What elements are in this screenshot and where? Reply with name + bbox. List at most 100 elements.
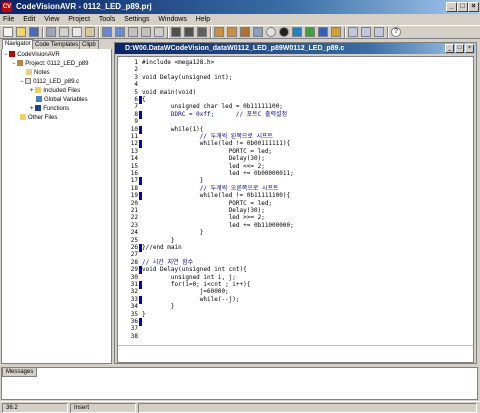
- toolbar: ?: [0, 25, 480, 39]
- menu-windows[interactable]: Windows: [158, 16, 186, 23]
- menu-settings[interactable]: Settings: [124, 16, 149, 23]
- tree-item-included-files[interactable]: + Included Files: [30, 87, 80, 95]
- indent-icon[interactable]: [128, 27, 138, 37]
- tab-clipboard[interactable]: Clipb: [79, 40, 99, 49]
- variables-icon: [36, 96, 42, 103]
- bookmark-icon[interactable]: [154, 27, 164, 37]
- menu-tools[interactable]: Tools: [99, 16, 115, 23]
- new-file-icon[interactable]: [3, 27, 13, 37]
- info-icon[interactable]: [279, 27, 289, 37]
- menu-edit[interactable]: Edit: [23, 16, 35, 23]
- code-line[interactable]: void main(void): [142, 89, 196, 97]
- project-icon: [17, 60, 24, 67]
- cascade-windows-icon[interactable]: [348, 27, 358, 37]
- c-file-icon: [25, 78, 32, 85]
- toolbar-separator: [98, 27, 100, 38]
- functions-icon: [35, 105, 42, 112]
- editor-window: D:W00.DataWCodeVision_dataW0112_LED_p89W…: [114, 42, 477, 364]
- app-logo-icon: CV: [2, 2, 12, 12]
- collapse-icon[interactable]: −: [20, 79, 24, 85]
- tools-icon[interactable]: [331, 27, 341, 37]
- editor-maximize-button[interactable]: □: [455, 44, 464, 53]
- maximize-button[interactable]: □: [457, 2, 468, 12]
- code-line[interactable]: }//end main: [142, 244, 182, 252]
- block-marker: [139, 318, 142, 326]
- toolbar-separator: [210, 27, 212, 38]
- collapse-icon[interactable]: −: [12, 61, 16, 67]
- menu-project[interactable]: Project: [68, 16, 90, 23]
- find-next-icon[interactable]: [184, 27, 194, 37]
- code-editor[interactable]: 1 2 3 4 5 6 7 8 9 10 11 12 13 14 15 16 17 18 19 20 21 22 23 24 2…: [117, 56, 474, 363]
- tab-code-templates[interactable]: Code Templates: [32, 40, 82, 49]
- tab-messages[interactable]: Messages: [2, 367, 38, 377]
- line-number-gutter: 1 2 3 4 5 6 7 8 9 10 11 12 13 14 15 16 17 18 19 20 21 22 23 24 2…: [118, 57, 142, 344]
- notes-icon: [26, 69, 32, 76]
- menu-help[interactable]: Help: [196, 16, 210, 23]
- close-button[interactable]: ×: [468, 2, 479, 12]
- tree-item-functions[interactable]: + Functions: [30, 105, 69, 113]
- print-icon[interactable]: [46, 27, 56, 37]
- status-bar: 36:2 Insert: [0, 401, 480, 413]
- tab-navigator[interactable]: Navigator: [2, 39, 34, 49]
- folder-icon: [20, 114, 26, 121]
- tree-item-project[interactable]: − Project: 0112_LED_p89: [12, 60, 88, 68]
- help-icon[interactable]: ?: [391, 27, 401, 37]
- replace-icon[interactable]: [197, 27, 207, 37]
- cursor-position: 36:2: [2, 403, 68, 413]
- messages-panel: [1, 367, 478, 400]
- editor-close-button[interactable]: ×: [465, 44, 474, 53]
- code-line[interactable]: void Delay(unsigned int);: [142, 74, 232, 82]
- redo-icon[interactable]: [115, 27, 125, 37]
- toolbar-separator: [387, 27, 389, 38]
- app-icon: [9, 51, 16, 58]
- tree-item-other-files[interactable]: Other Files: [20, 114, 57, 122]
- expand-icon[interactable]: +: [30, 88, 34, 94]
- collapse-icon[interactable]: −: [4, 52, 8, 58]
- code-line[interactable]: }: [142, 303, 175, 311]
- expand-icon[interactable]: +: [30, 106, 34, 112]
- undo-icon[interactable]: [102, 27, 112, 37]
- code-wizard-icon[interactable]: [292, 27, 302, 37]
- tree-item-codevisionavr[interactable]: − CodeVisionAVR: [4, 51, 60, 59]
- line-number: 38: [130, 332, 138, 340]
- tree-item-notes[interactable]: Notes: [26, 69, 50, 77]
- find-icon[interactable]: [171, 27, 181, 37]
- compile-icon[interactable]: [214, 27, 224, 37]
- folder-icon: [35, 87, 42, 94]
- editor-title-bar: D:W00.DataWCodeVision_dataW0112_LED_p89W…: [115, 43, 476, 54]
- editor-file-path: D:W00.DataWCodeVision_dataW0112_LED_p89W…: [125, 45, 345, 52]
- tile-horizontal-icon[interactable]: [361, 27, 371, 37]
- cut-icon[interactable]: [59, 27, 69, 37]
- toolbar-separator: [42, 27, 44, 38]
- editor-minimize-button[interactable]: _: [445, 44, 454, 53]
- toolbar-separator: [344, 27, 346, 38]
- save-icon[interactable]: [29, 27, 39, 37]
- minimize-button[interactable]: _: [446, 2, 457, 12]
- build-all-icon[interactable]: [240, 27, 250, 37]
- menu-view[interactable]: View: [44, 16, 59, 23]
- status-message: [138, 403, 477, 413]
- code-line[interactable]: }: [142, 311, 146, 319]
- settings-icon[interactable]: [318, 27, 328, 37]
- code-line[interactable]: DDRC = 0xff; // 포트C 출력설정: [142, 111, 287, 119]
- outdent-icon[interactable]: [141, 27, 151, 37]
- paste-icon[interactable]: [85, 27, 95, 37]
- tile-vertical-icon[interactable]: [374, 27, 384, 37]
- app-title-bar: CV CodeVisionAVR - 0112_LED_p89.prj: [0, 0, 480, 14]
- open-file-icon[interactable]: [16, 27, 26, 37]
- tree-item-source-file[interactable]: − 0112_LED_p89.c: [20, 78, 79, 86]
- tree-item-global-variables[interactable]: Global Variables: [36, 96, 88, 104]
- code-line[interactable]: #include <mega128.h>: [142, 59, 214, 67]
- menu-file[interactable]: File: [3, 16, 14, 23]
- left-panel-tabs: Navigator Code Templates Clipb: [1, 39, 112, 49]
- window-title: CodeVisionAVR - 0112_LED_p89.prj: [16, 2, 152, 11]
- chip-programmer-icon[interactable]: [253, 27, 263, 37]
- terminal-icon[interactable]: [305, 27, 315, 37]
- make-icon[interactable]: [227, 27, 237, 37]
- copy-icon[interactable]: [72, 27, 82, 37]
- debugger-icon[interactable]: [266, 27, 276, 37]
- editor-bottom-area: [118, 345, 473, 362]
- edit-mode: Insert: [70, 403, 136, 413]
- toolbar-separator: [167, 27, 169, 38]
- menu-bar: File Edit View Project Tools Settings Wi…: [0, 14, 480, 25]
